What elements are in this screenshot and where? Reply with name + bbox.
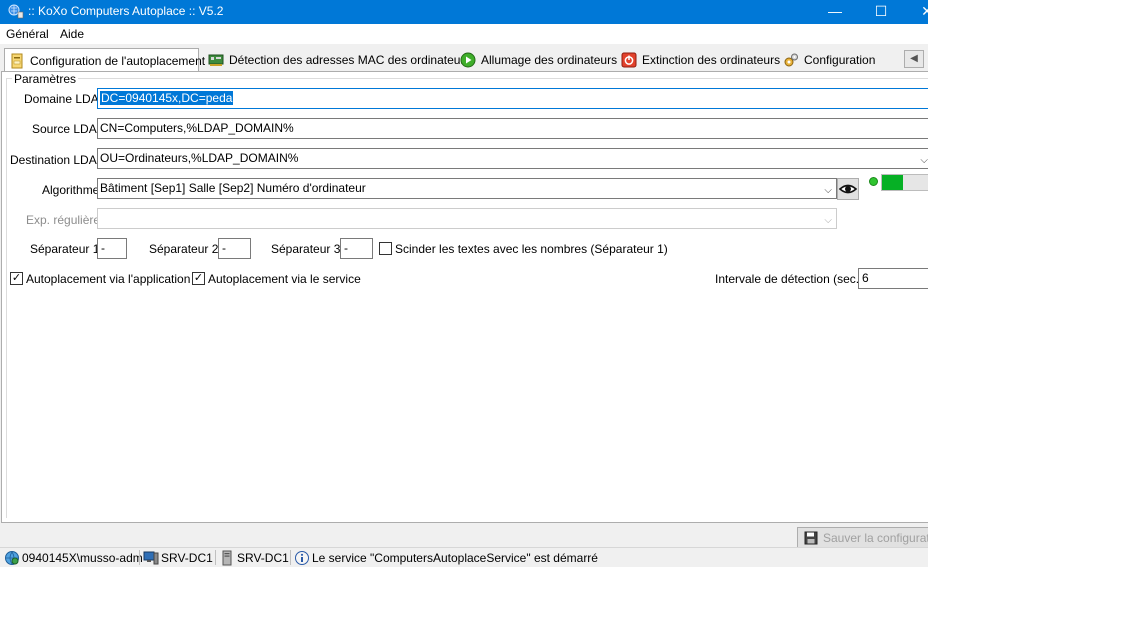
tab-label: Détection des adresses MAC des ordinateu… — [229, 53, 471, 67]
status-led-icon — [869, 177, 878, 186]
save-config-button[interactable]: Sauver la configuration — [797, 527, 928, 549]
gears-icon — [784, 53, 798, 67]
save-config-label: Sauver la configuration — [823, 531, 928, 545]
autoplacement-service-checkbox[interactable]: ✓ — [192, 272, 205, 285]
tab-extinction[interactable]: Extinction des ordinateurs — [621, 49, 780, 71]
floppy-save-icon — [804, 531, 818, 545]
preview-button[interactable] — [837, 178, 859, 200]
tab-label: Configuration de l'autoplacement — [30, 53, 206, 68]
chevron-down-icon: ⌵ — [824, 215, 832, 226]
status-server1: SRV-DC1 — [143, 550, 213, 566]
tab-allumage[interactable]: Allumage des ordinateurs — [460, 49, 617, 71]
close-button[interactable]: ✕ — [904, 0, 928, 24]
intervalle-label: Intervale de détection (sec.) — [715, 272, 864, 286]
regex-label: Exp. régulière — [26, 213, 101, 227]
window-title: :: KoXo Computers Autoplace :: V5.2 — [28, 4, 224, 18]
menu-bar: Général Aide — [0, 24, 928, 44]
tab-label: Configuration — [804, 53, 876, 67]
network-card-icon — [208, 54, 224, 66]
status-server1-text: SRV-DC1 — [161, 551, 213, 565]
intervalle-value: 6 — [862, 271, 869, 285]
destination-ldap-value: OU=Ordinateurs,%LDAP_DOMAIN% — [100, 151, 299, 165]
power-off-icon — [621, 52, 637, 68]
algorithme-dropdown[interactable]: Bâtiment [Sep1] Salle [Sep2] Numéro d'or… — [97, 178, 837, 199]
scinder-label: Scinder les textes avec les nombres (Sép… — [395, 242, 668, 256]
status-progress-bar — [881, 174, 928, 191]
server-monitor-icon — [143, 551, 159, 565]
domaine-ldap-label: Domaine LDAP — [24, 92, 107, 106]
intervalle-spinner[interactable]: 6 — [858, 268, 928, 289]
tab-detection-mac[interactable]: Détection des adresses MAC des ordinateu… — [208, 49, 470, 71]
tab-label: Extinction des ordinateurs — [642, 53, 781, 67]
autoplacement-app-label: Autoplacement via l'application — [26, 272, 191, 286]
destination-ldap-dropdown[interactable]: OU=Ordinateurs,%LDAP_DOMAIN% ⌵ — [97, 148, 928, 169]
autoplacement-service-label: Autoplacement via le service — [208, 272, 361, 286]
status-divider — [290, 550, 291, 565]
separateur1-input[interactable]: - — [97, 238, 127, 259]
status-user-text: 0940145X\musso-adm — [22, 551, 143, 565]
status-server2-text: SRV-DC1 — [237, 551, 289, 565]
status-divider — [215, 550, 216, 565]
status-service-text: Le service "ComputersAutoplaceService" e… — [312, 551, 598, 565]
domaine-ldap-value: DC=0940145x,DC=peda — [100, 91, 234, 105]
server-tower-icon — [222, 550, 232, 566]
source-ldap-label: Source LDAP — [32, 122, 105, 136]
tab-configuration[interactable]: Configuration — [783, 49, 875, 71]
menu-aide[interactable]: Aide — [60, 27, 84, 41]
separateur2-label: Séparateur 2 — [149, 242, 219, 256]
app-window: :: KoXo Computers Autoplace :: V5.2 — ☐ … — [0, 0, 928, 567]
tab-strip: Configuration de l'autoplacement Détecti… — [0, 44, 928, 72]
status-progress-fill — [882, 175, 903, 190]
info-icon — [295, 551, 309, 565]
source-ldap-value: CN=Computers,%LDAP_DOMAIN% — [100, 121, 294, 135]
chevron-down-icon: ⌵ — [920, 155, 928, 166]
autoplacement-app-checkbox[interactable]: ✓ — [10, 272, 23, 285]
status-server2: SRV-DC1 — [219, 550, 289, 566]
power-on-icon — [460, 52, 476, 68]
eye-icon — [838, 184, 858, 194]
parametres-group-title: Paramètres — [12, 72, 79, 86]
scinder-checkbox[interactable] — [379, 242, 392, 255]
destination-ldap-label: Destination LDAP — [10, 153, 105, 167]
regex-dropdown[interactable]: ⌵ — [97, 208, 837, 229]
minimize-button[interactable]: — — [812, 0, 858, 24]
title-bar[interactable]: :: KoXo Computers Autoplace :: V5.2 — ☐ … — [0, 0, 928, 24]
menu-general[interactable]: Général — [6, 27, 49, 41]
config-doc-icon — [11, 53, 23, 68]
status-bar: 0940145X\musso-adm SRV-DC1 SRV-DC1 Le se… — [0, 547, 928, 567]
maximize-button[interactable]: ☐ — [858, 0, 904, 24]
separateur2-input[interactable]: - — [218, 238, 251, 259]
separateur3-label: Séparateur 3 — [271, 242, 341, 256]
parametres-group — [6, 78, 928, 518]
status-service: Le service "ComputersAutoplaceService" e… — [294, 550, 598, 566]
koxo-logo-icon — [8, 4, 24, 19]
algorithme-value: Bâtiment [Sep1] Salle [Sep2] Numéro d'or… — [100, 181, 366, 195]
domaine-ldap-input[interactable]: DC=0940145x,DC=peda — [97, 88, 928, 109]
separateur3-input[interactable]: - — [340, 238, 373, 259]
status-divider — [139, 550, 140, 565]
status-user: 0940145X\musso-adm — [4, 550, 143, 566]
chevron-down-icon: ⌵ — [824, 185, 832, 196]
tab-scroll-left-button[interactable]: ◀ — [904, 50, 924, 68]
action-bar: Sauver la configuration — [0, 523, 928, 549]
tab-label: Allumage des ordinateurs — [481, 53, 618, 67]
separateur1-label: Séparateur 1 — [30, 242, 100, 256]
tab-configuration-autoplacement[interactable]: Configuration de l'autoplacement — [4, 48, 205, 72]
algorithme-label: Algorithme — [42, 183, 100, 197]
source-ldap-input[interactable]: CN=Computers,%LDAP_DOMAIN% — [97, 118, 928, 139]
user-globe-icon — [5, 551, 19, 565]
